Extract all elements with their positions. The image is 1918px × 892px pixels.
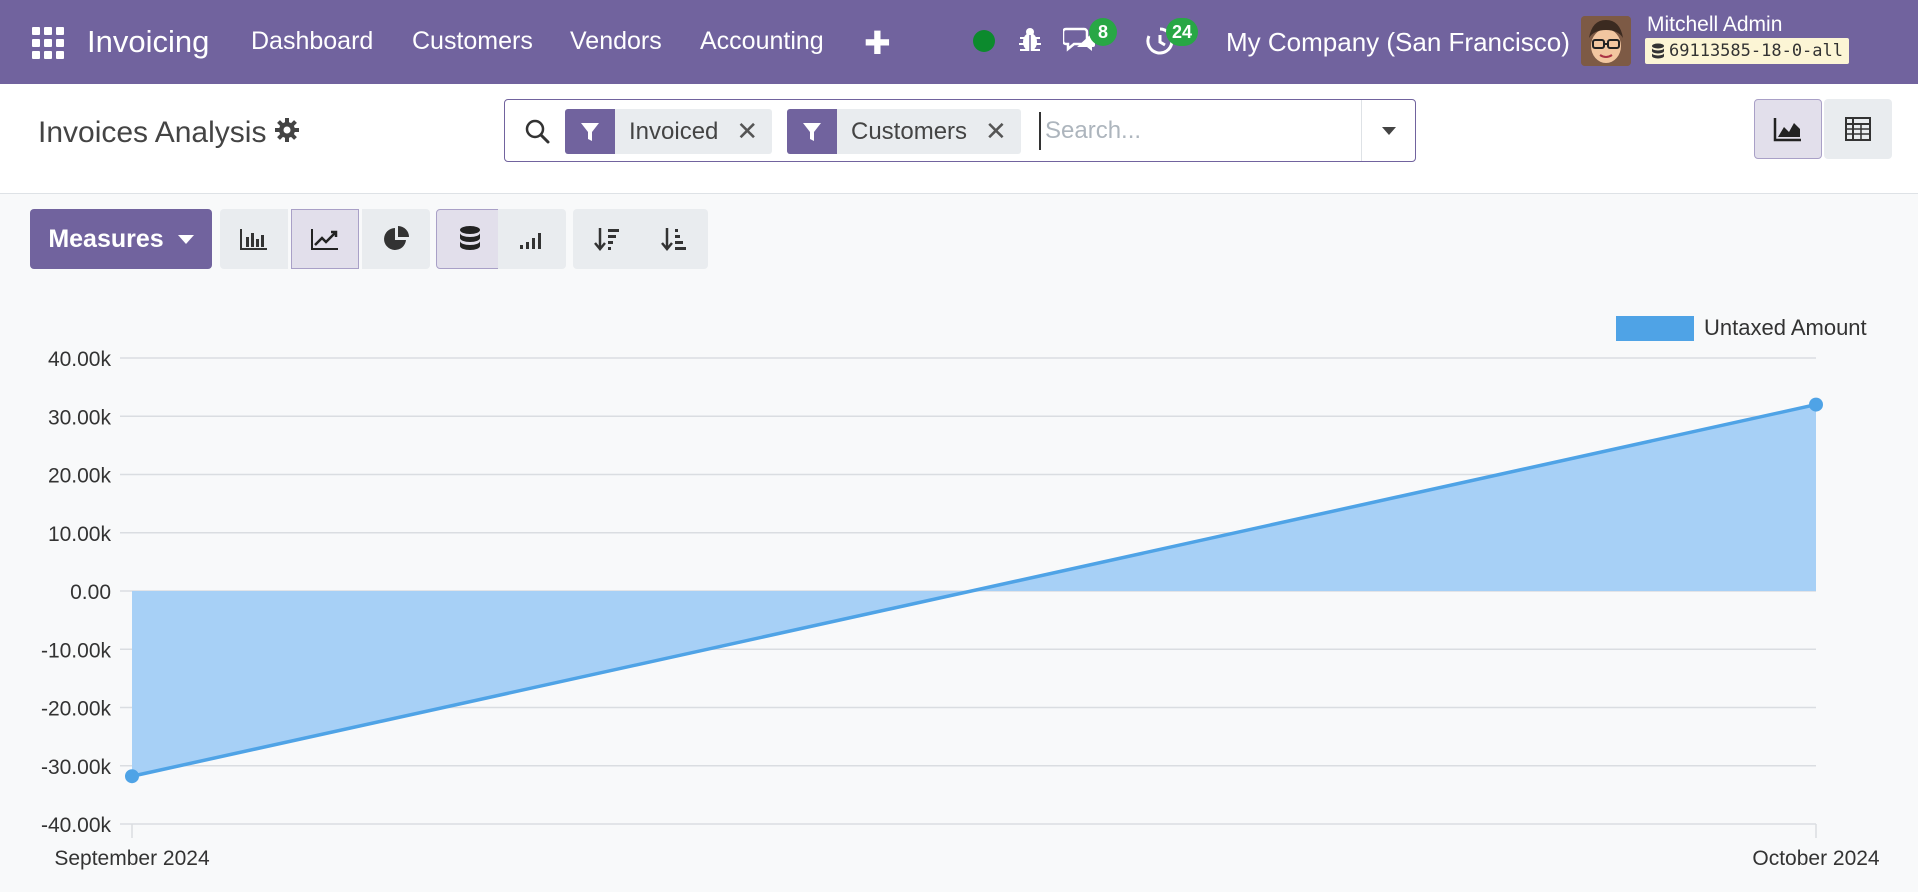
status-dot [973, 30, 995, 52]
filter-icon [787, 109, 837, 154]
sort-ascending-icon [661, 228, 686, 251]
top-navbar: Invoicing Dashboard Customers Vendors Ac… [0, 0, 1918, 84]
user-name[interactable]: Mitchell Admin [1647, 13, 1782, 37]
sort-ascending-button[interactable] [640, 209, 708, 269]
y-tick-label: -10.00k [41, 639, 112, 662]
facet-label: Invoiced [629, 117, 719, 145]
y-tick-label: 20.00k [48, 465, 112, 488]
line-chart-button[interactable] [291, 209, 359, 269]
data-point[interactable] [125, 769, 139, 784]
search-input[interactable] [1039, 112, 1339, 150]
filter-icon [565, 109, 615, 154]
sort-descending-icon [594, 228, 619, 251]
x-tick-label: October 2024 [1752, 847, 1880, 870]
user-avatar[interactable] [1581, 16, 1631, 66]
bar-chart-icon [240, 229, 267, 250]
messages-badge: 8 [1089, 18, 1117, 46]
company-switcher[interactable]: My Company (San Francisco) [1226, 27, 1570, 58]
table-icon [1845, 117, 1871, 141]
y-tick-label: -30.00k [41, 756, 112, 779]
facet-label: Customers [851, 117, 968, 145]
stack-icon [460, 226, 480, 250]
menu-dashboard[interactable]: Dashboard [251, 27, 373, 56]
plus-icon[interactable]: ✚ [864, 24, 891, 62]
bar-chart-button[interactable] [220, 209, 288, 269]
bug-icon[interactable] [1016, 26, 1044, 54]
line-chart-icon [311, 229, 338, 250]
y-tick-label: 40.00k [48, 348, 112, 371]
facet-close-icon[interactable]: ✕ [732, 116, 772, 147]
control-panel: Invoices Analysis Invoiced ✕ Customers ✕… [0, 84, 1918, 194]
pie-chart-button[interactable] [362, 209, 430, 269]
data-point[interactable] [1809, 397, 1823, 412]
facet-close-icon[interactable]: ✕ [981, 116, 1021, 147]
measures-button[interactable]: Measures [30, 209, 212, 269]
x-tick-label: September 2024 [54, 847, 210, 870]
legend-label[interactable]: Untaxed Amount [1704, 315, 1867, 340]
y-tick-label: -40.00k [41, 814, 112, 837]
area-chart-icon [1773, 118, 1801, 142]
graph-view-button[interactable] [1754, 99, 1822, 159]
sort-descending-button[interactable] [573, 209, 641, 269]
caret-down-icon [1381, 126, 1396, 135]
y-tick-label: 0.00 [70, 581, 111, 604]
cumulative-button[interactable] [498, 209, 566, 269]
apps-menu-icon[interactable] [32, 27, 64, 59]
database-name: 69113585-18-0-all [1669, 41, 1843, 61]
caret-down-icon [177, 234, 194, 244]
legend-swatch[interactable] [1616, 316, 1694, 341]
gear-icon[interactable] [274, 117, 300, 143]
menu-vendors[interactable]: Vendors [570, 27, 662, 56]
menu-accounting[interactable]: Accounting [700, 27, 824, 56]
app-name[interactable]: Invoicing [87, 24, 209, 60]
database-icon [1652, 43, 1664, 59]
search-icon[interactable] [523, 117, 551, 145]
signal-bars-icon [520, 233, 541, 249]
area-chart: 40.00k 30.00k 20.00k 10.00k 0.00 -10.00k -20.0… [41, 315, 1880, 870]
facet-customers: Customers ✕ [787, 109, 1021, 154]
y-tick-label: 10.00k [48, 523, 112, 546]
database-tag: 69113585-18-0-all [1645, 38, 1849, 64]
activities-badge: 24 [1166, 18, 1199, 46]
search-bar: Invoiced ✕ Customers ✕ [504, 99, 1416, 162]
facet-invoiced: Invoiced ✕ [565, 109, 773, 154]
pivot-view-button[interactable] [1824, 99, 1892, 159]
page-title: Invoices Analysis [38, 116, 267, 149]
measures-label: Measures [48, 224, 164, 253]
stacked-button[interactable] [436, 209, 504, 269]
y-tick-label: 30.00k [48, 406, 112, 429]
search-options-toggle[interactable] [1361, 100, 1415, 161]
pie-chart-icon [384, 226, 409, 250]
menu-customers[interactable]: Customers [412, 27, 533, 56]
y-tick-label: -20.00k [41, 698, 112, 721]
